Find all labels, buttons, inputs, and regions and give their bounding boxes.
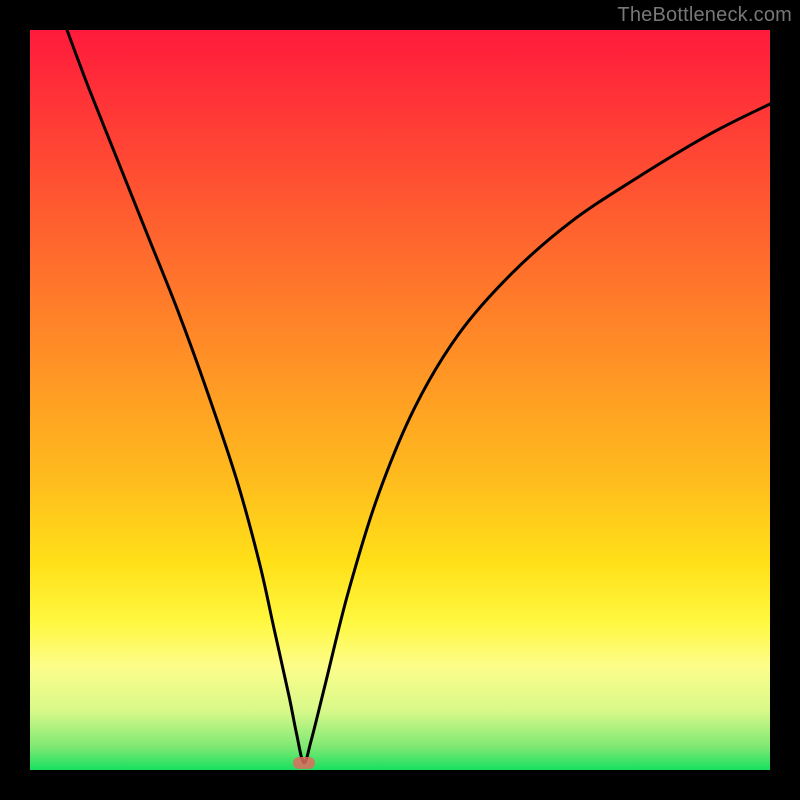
plot-area xyxy=(30,30,770,770)
optimal-point-marker xyxy=(293,757,315,769)
watermark-text: TheBottleneck.com xyxy=(617,4,792,27)
bottleneck-curve xyxy=(30,30,770,770)
chart-frame: TheBottleneck.com xyxy=(0,0,800,800)
